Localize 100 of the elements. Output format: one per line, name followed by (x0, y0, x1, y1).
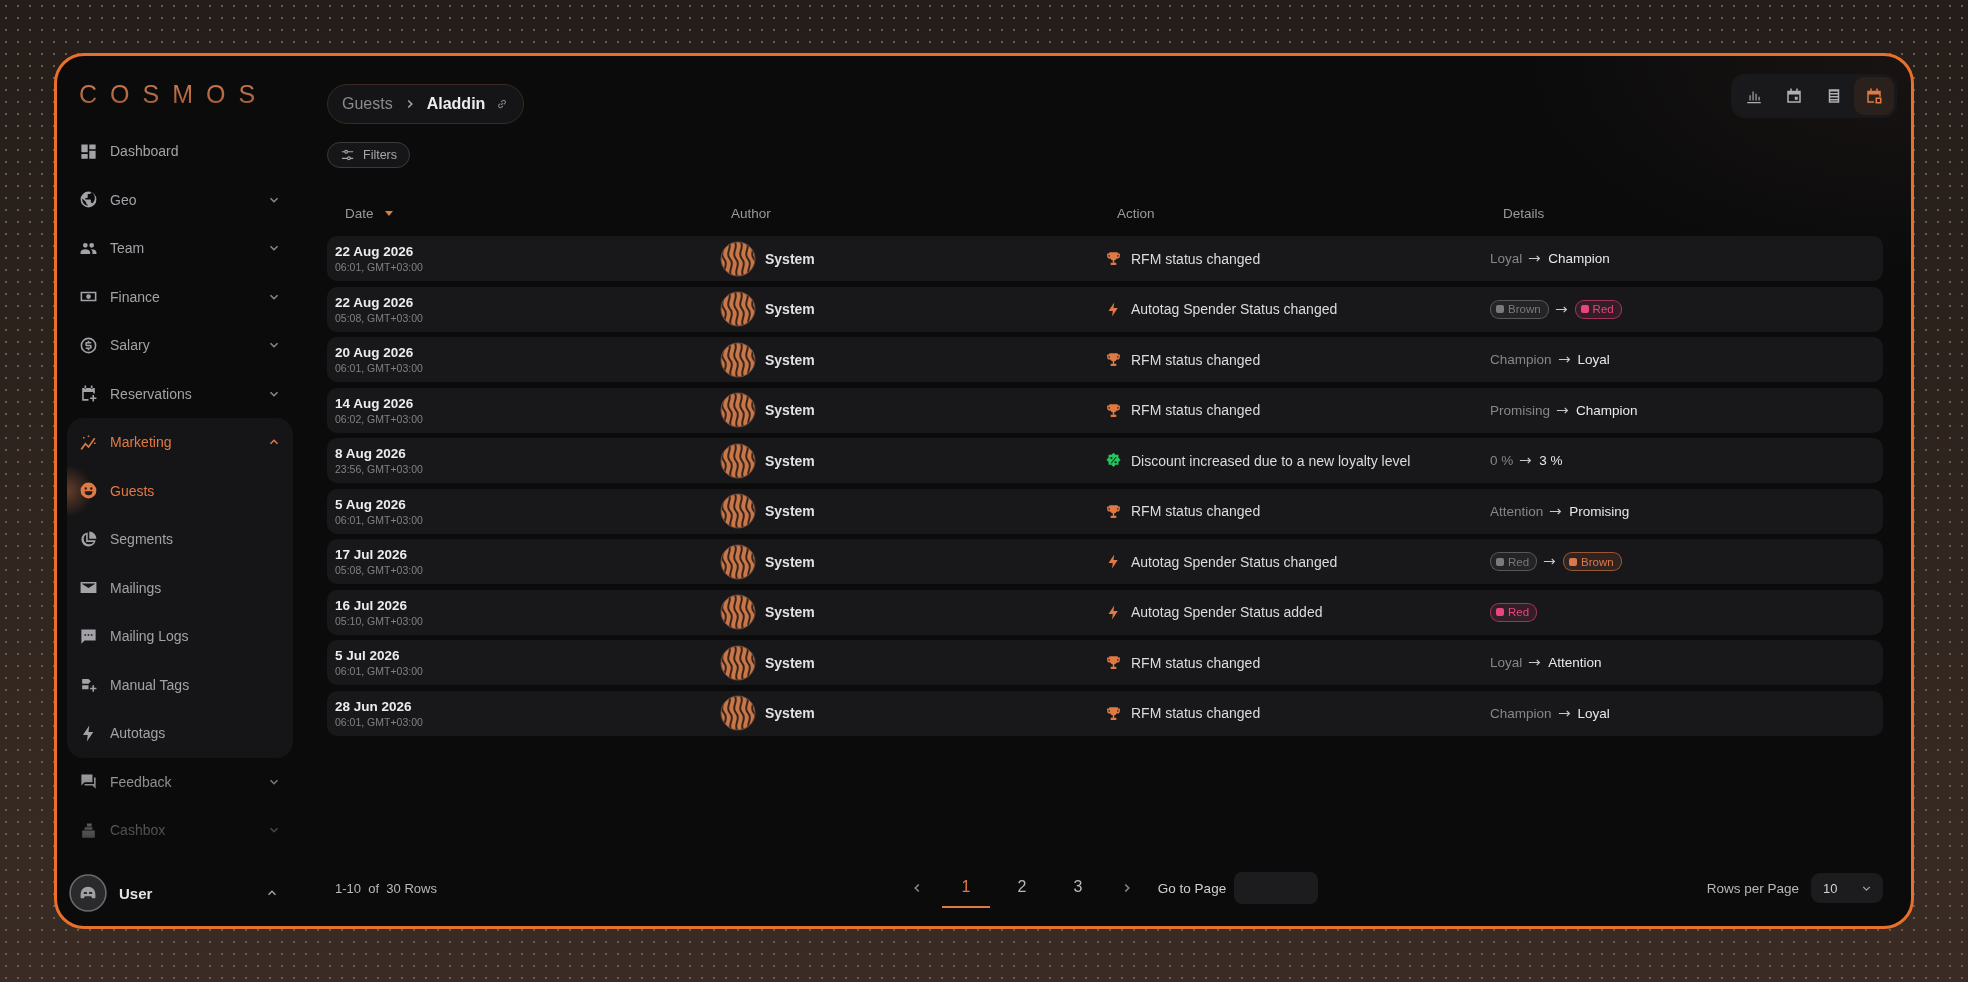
sidebar-item[interactable]: Geo (67, 175, 293, 224)
go-to-page-label: Go to Page (1157, 880, 1227, 896)
time-text: 23:56, GMT+03:00 (335, 463, 423, 475)
sliders-icon (340, 147, 355, 163)
date-text: 20 Aug 2026 (335, 345, 414, 360)
action-text: RFM status changed (1131, 250, 1261, 267)
trophy-icon (1105, 704, 1122, 722)
time-text: 06:02, GMT+03:00 (335, 412, 423, 425)
date-text: 16 Jul 2026 (335, 597, 408, 613)
previous-value: Promising (1490, 402, 1551, 418)
tag-badge: Brown (1563, 552, 1622, 571)
sort-down-icon[interactable] (383, 208, 394, 218)
new-value: Loyal (1577, 705, 1610, 721)
pie-chart-icon (79, 529, 98, 549)
avatar-pattern-icon (720, 291, 756, 327)
arrow-right-icon (1554, 304, 1569, 314)
user-avatar-icon[interactable] (69, 874, 107, 912)
table-row[interactable]: 5 Jul 2026 06:01, GMT+03:00 System RFM status changed Loyal Attention (327, 640, 1883, 685)
dollar-icon (79, 335, 98, 355)
sidebar-item[interactable]: Dashboard (67, 127, 293, 176)
tag-badge: Red (1490, 552, 1538, 571)
trophy-icon (1105, 654, 1122, 671)
table-row[interactable]: 22 Aug 2026 05:08, GMT+03:00 System Autotag Spender Status changed Brown Red (327, 286, 1883, 332)
chat-icon (79, 626, 98, 646)
sidebar-subitem[interactable]: Autotags (67, 709, 293, 758)
register-icon (79, 820, 98, 840)
action-text: RFM status changed (1131, 402, 1261, 418)
new-value: Promising (1569, 503, 1630, 519)
page-button[interactable]: 2 (997, 868, 1046, 908)
page-button[interactable]: 1 (941, 868, 990, 908)
view-button[interactable] (1854, 77, 1894, 115)
sidebar-item[interactable]: Reservations (67, 369, 293, 418)
author-name: System (765, 250, 815, 267)
arrow-right-icon (1557, 708, 1572, 718)
sidebar-item[interactable]: Finance (67, 272, 293, 321)
date-text: 14 Aug 2026 (335, 395, 414, 411)
tag-badge: Red (1490, 602, 1538, 622)
time-text: 05:08, GMT+03:00 (335, 564, 423, 576)
arrow-right-icon (1519, 456, 1534, 465)
dashboard-icon (79, 141, 98, 161)
breadcrumb-current: Aladdin (426, 95, 486, 113)
sidebar-subitem[interactable]: Segments (67, 515, 293, 564)
author-name: System (765, 654, 815, 671)
time-text: 05:08, GMT+03:00 (335, 311, 423, 324)
avatar-pattern-icon (720, 644, 756, 681)
date-text: 5 Aug 2026 (335, 496, 406, 512)
arrow-right-icon (1528, 254, 1543, 263)
discount-badge-icon (1105, 452, 1122, 469)
column-header[interactable]: Author (731, 205, 771, 221)
column-header[interactable]: Date (345, 205, 374, 221)
sidebar-item[interactable]: Marketing (67, 418, 293, 467)
column-header[interactable]: Details (1503, 205, 1545, 221)
avatar-pattern-icon (720, 695, 756, 731)
previous-value: Loyal (1490, 655, 1523, 670)
sidebar-item[interactable]: Salary (67, 321, 293, 370)
previous-value: 0 % (1490, 453, 1514, 468)
action-text: RFM status changed (1131, 705, 1261, 721)
table-row[interactable]: 16 Jul 2026 05:10, GMT+03:00 System Autotag Spender Status added Red (327, 589, 1883, 635)
page-button[interactable]: 3 (1053, 868, 1102, 908)
sidebar-subitem[interactable]: Mailing Logs (67, 612, 293, 661)
time-text: 06:01, GMT+03:00 (335, 665, 423, 677)
date-text: 8 Aug 2026 (335, 446, 406, 461)
sidebar-item[interactable]: Feedback (67, 757, 293, 806)
user-name: User (119, 884, 154, 902)
arrow-right-icon (1549, 506, 1564, 516)
breadcrumb-link[interactable]: Guests (342, 95, 393, 113)
rows-per-page-label: Rows per Page (1706, 880, 1799, 896)
previous-value: Champion (1490, 705, 1552, 721)
avatar-pattern-icon (720, 341, 756, 378)
action-text: Discount increased due to a new loyalty level (1131, 452, 1411, 469)
action-text: Autotag Spender Status changed (1131, 301, 1338, 317)
table-row[interactable]: 5 Aug 2026 06:01, GMT+03:00 System RFM status changed Attention Promising (327, 488, 1883, 534)
table-row[interactable]: 14 Aug 2026 06:02, GMT+03:00 System RFM status changed Promising Champion (327, 387, 1883, 433)
time-text: 06:01, GMT+03:00 (335, 513, 423, 526)
sidebar-item[interactable]: Team (67, 224, 293, 273)
sidebar-subitem[interactable]: Mailings (67, 563, 293, 612)
author-name: System (765, 301, 815, 317)
calendar-icon (1785, 87, 1803, 105)
table-row[interactable]: 20 Aug 2026 06:01, GMT+03:00 System RFM status changed Champion Loyal (327, 337, 1883, 382)
avatar-pattern-icon (720, 392, 756, 428)
trophy-icon (1105, 502, 1122, 520)
action-text: Autotag Spender Status added (1131, 604, 1323, 620)
rows-per-page-select[interactable]: 10 (1811, 873, 1883, 903)
arrow-right-icon (1528, 658, 1543, 667)
table-row[interactable]: 22 Aug 2026 06:01, GMT+03:00 System RFM status changed Loyal Champion (327, 236, 1883, 281)
previous-value: Attention (1490, 503, 1544, 519)
table-row[interactable]: 28 Jun 2026 06:01, GMT+03:00 System RFM status changed Champion Loyal (327, 690, 1883, 736)
date-text: 5 Jul 2026 (335, 648, 400, 663)
table-row[interactable]: 8 Aug 2026 23:56, GMT+03:00 System Discount increased due to a new loyalty level 0 % 3 % (327, 438, 1883, 483)
avatar-pattern-icon (720, 240, 756, 277)
smiley-icon (79, 481, 98, 501)
calendar-icon (1865, 87, 1883, 105)
filters-button[interactable]: Filters (327, 142, 411, 168)
date-text: 22 Aug 2026 (335, 294, 414, 310)
sidebar-subitem[interactable]: Manual Tags (67, 660, 293, 709)
avatar-pattern-icon (720, 594, 756, 630)
author-name: System (765, 604, 815, 620)
column-header[interactable]: Action (1117, 205, 1155, 221)
action-text: RFM status changed (1131, 351, 1261, 368)
table-row[interactable]: 17 Jul 2026 05:08, GMT+03:00 System Autotag Spender Status changed Red Brown (327, 539, 1883, 584)
